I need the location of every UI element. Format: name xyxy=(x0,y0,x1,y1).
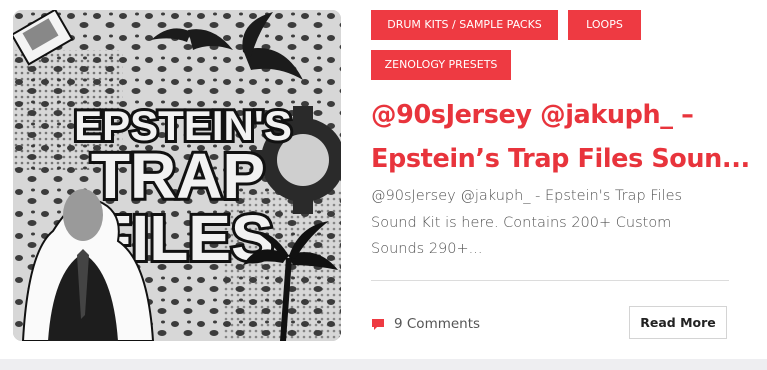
category-tag-loops[interactable]: LOOPS xyxy=(568,10,641,40)
comments-count[interactable]: 9 Comments xyxy=(394,316,480,332)
post-title-line-1[interactable]: @90sJersey @jakuph_ – xyxy=(371,93,751,137)
category-tag-drum-kits[interactable]: DRUM KITS / SAMPLE PACKS xyxy=(371,10,558,40)
post-excerpt-line-3: Sounds 290+... xyxy=(371,241,483,257)
post-excerpt: @90sJersey @jakuph_ - Epstein's Trap Fil… xyxy=(371,183,731,263)
post-thumbnail[interactable]: EPSTEIN'S TRAP FILES xyxy=(13,10,341,341)
speech-bubble-icon xyxy=(371,317,386,332)
section-bottom-strip xyxy=(0,359,767,370)
comments-link[interactable]: 9 Comments xyxy=(371,313,480,335)
category-tag-zenology-presets[interactable]: ZENOLOGY PRESETS xyxy=(371,50,511,80)
post-title-line-2[interactable]: Epstein’s Trap Files Soun... xyxy=(371,137,751,181)
read-more-button[interactable]: Read More xyxy=(629,306,727,339)
post-excerpt-line-1: @90sJersey @jakuph_ - Epstein's Trap Fil… xyxy=(371,188,683,204)
post-excerpt-line-2: Sound Kit is here. Contains 200+ Custom xyxy=(371,214,672,231)
post-title[interactable]: @90sJersey @jakuph_ – Epstein’s Trap Fil… xyxy=(371,93,751,181)
post-divider xyxy=(371,280,729,281)
